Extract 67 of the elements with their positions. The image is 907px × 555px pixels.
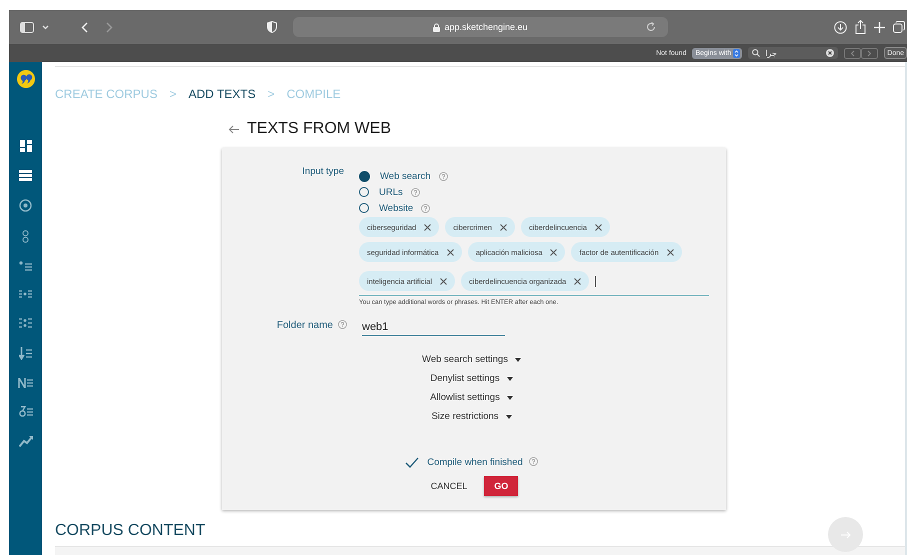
remove-icon[interactable]: [424, 224, 432, 230]
radio-button[interactable]: [359, 170, 370, 182]
help-icon[interactable]: [338, 320, 347, 329]
sort-list-icon[interactable]: [19, 347, 32, 360]
compile-checkbox[interactable]: Compile when finished: [405, 457, 538, 468]
breadcrumb-step[interactable]: ADD TEXTS: [188, 87, 256, 101]
settings-toggle[interactable]: Allowlist settings: [426, 388, 517, 407]
find-field[interactable]: جرا: [748, 47, 838, 59]
settings-toggle[interactable]: Denylist settings: [426, 369, 517, 388]
previous-icon[interactable]: [844, 48, 862, 58]
dot-list-icon[interactable]: [19, 261, 32, 271]
dot-grid-list-icon[interactable]: [19, 317, 32, 329]
download-icon[interactable]: [834, 20, 847, 34]
settings-toggle[interactable]: Web search settings: [418, 350, 525, 369]
tabs-icon[interactable]: [893, 21, 905, 33]
dot-grid-list-icon[interactable]: [19, 289, 32, 299]
help-icon[interactable]: [410, 188, 420, 196]
trend-icon[interactable]: [18, 435, 32, 447]
share-icon[interactable]: [855, 20, 866, 34]
cancel-button[interactable]: CANCEL: [426, 476, 472, 496]
help-icon[interactable]: [421, 204, 430, 212]
help-icon[interactable]: [438, 172, 448, 180]
chevron-down-icon[interactable]: [42, 24, 49, 30]
remove-icon[interactable]: [440, 278, 448, 284]
go-button[interactable]: GO: [484, 476, 518, 496]
page-title: TEXTS FROM WEB: [247, 120, 391, 138]
two-circles-icon[interactable]: [22, 230, 29, 243]
radio-button[interactable]: [359, 203, 369, 213]
radio-label[interactable]: URLs: [379, 186, 403, 198]
settings-toggle[interactable]: Size restrictions: [427, 407, 516, 426]
target-icon[interactable]: [19, 199, 32, 212]
radio-label[interactable]: Website: [379, 202, 414, 214]
delta-list-icon[interactable]: [18, 406, 32, 417]
n-list-icon[interactable]: [18, 378, 33, 388]
lock-icon: [433, 22, 440, 32]
field-label: Input type: [302, 166, 344, 177]
reload-icon[interactable]: [646, 22, 656, 32]
remove-icon[interactable]: [574, 278, 582, 284]
section-title: CORPUS CONTENT: [55, 522, 206, 540]
remove-icon[interactable]: [500, 224, 507, 230]
back-icon[interactable]: [81, 22, 88, 32]
dashboard-icon[interactable]: [20, 140, 32, 152]
find-query: جرا: [765, 48, 777, 58]
field-label: Folder name: [276, 320, 333, 331]
remove-icon[interactable]: [594, 224, 602, 230]
shield-icon[interactable]: [267, 21, 277, 33]
radio-label[interactable]: Web search: [380, 170, 431, 182]
text-cursor: [595, 276, 596, 286]
plus-icon[interactable]: [874, 22, 885, 32]
remove-icon[interactable]: [550, 248, 558, 256]
remove-icon[interactable]: [446, 248, 454, 256]
help-icon[interactable]: [528, 457, 538, 466]
sidebar-icon[interactable]: [20, 22, 34, 32]
folder-name-field[interactable]: web1: [362, 318, 505, 336]
address-text: app.sketchengine.eu: [444, 22, 528, 32]
stepper-icon: [733, 48, 740, 58]
remove-icon[interactable]: [666, 248, 674, 256]
address-bar[interactable]: app.sketchengine.eu: [293, 17, 668, 37]
back-arrow-icon[interactable]: [228, 124, 239, 134]
clear-icon[interactable]: [826, 49, 834, 57]
breadcrumb-separator: >: [268, 87, 275, 101]
list-icon[interactable]: [19, 170, 32, 181]
logo-icon[interactable]: [16, 70, 34, 88]
breadcrumb-separator: >: [169, 87, 176, 101]
search-icon: [752, 49, 760, 57]
next-icon[interactable]: [861, 48, 878, 58]
radio-button[interactable]: [359, 187, 369, 197]
